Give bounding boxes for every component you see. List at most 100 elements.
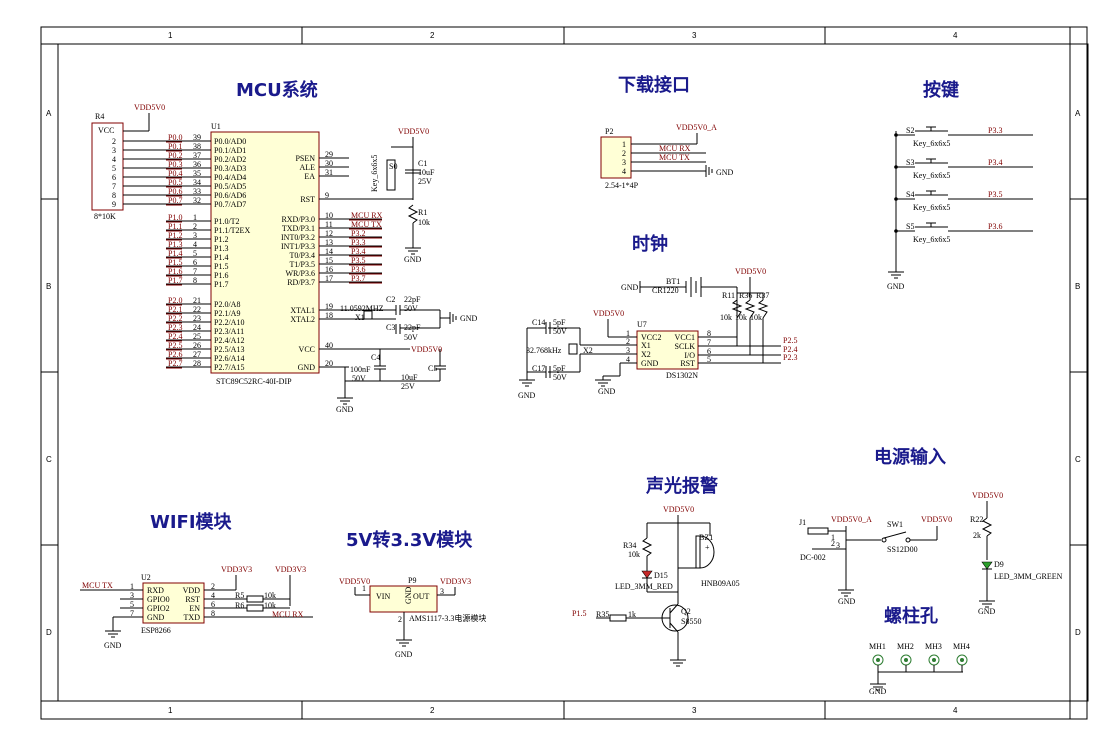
reset-r-val: 10k bbox=[418, 218, 430, 227]
mcu-pin-name: P0.2/AD2 bbox=[214, 155, 246, 164]
mcu-pin-num: 34 bbox=[193, 178, 201, 187]
u7-pin-name: VCC1 bbox=[675, 333, 695, 342]
clock-res-ref: R36 bbox=[739, 291, 752, 300]
zone-col-4-bottom: 4 bbox=[953, 706, 958, 715]
mcu-pin-num: 39 bbox=[193, 133, 201, 142]
mcu-net-label: P1.7 bbox=[168, 276, 182, 285]
keys-gnd: GND bbox=[887, 282, 905, 291]
mcu-net-label: P0.4 bbox=[168, 169, 182, 178]
c14-val: 5pF bbox=[553, 318, 566, 327]
p2-part: 2.54-1*4P bbox=[605, 181, 639, 190]
key-net: P3.4 bbox=[988, 158, 1002, 167]
pi-net-b: VDD5V0 bbox=[921, 515, 952, 524]
x2-ref: X2 bbox=[583, 346, 593, 355]
c4-v: 50V bbox=[352, 374, 366, 383]
mcu-pin-name: P0.6/AD6 bbox=[214, 191, 246, 200]
u7-pin-name: X1 bbox=[641, 341, 651, 350]
q2-part: S8550 bbox=[681, 617, 701, 626]
mcu-net-label: P1.3 bbox=[168, 240, 182, 249]
mcu-net-label: P3.6 bbox=[351, 265, 365, 274]
mcu-pin-name: EA bbox=[304, 172, 315, 181]
mcu-pin-num: 11 bbox=[325, 220, 333, 229]
zone-col-3-bottom: 3 bbox=[692, 706, 697, 715]
key-part: Key_6x6x5 bbox=[913, 203, 950, 212]
mcu-pin-num: 31 bbox=[325, 168, 333, 177]
mcu-pin-name: P2.1/A9 bbox=[214, 309, 240, 318]
mcu-net-label: P1.4 bbox=[168, 249, 182, 258]
zone-row-c: C bbox=[46, 455, 52, 464]
c3-ref: C3 bbox=[386, 323, 395, 332]
c3-v: 50V bbox=[404, 333, 418, 342]
mcu-pin-name: INT1/P3.3 bbox=[281, 242, 315, 251]
wifi-net-tx: MCU TX bbox=[82, 581, 113, 590]
mcu-pin-num: 28 bbox=[193, 359, 201, 368]
mcu-pin-num: 26 bbox=[193, 341, 201, 350]
pi-net-a: VDD5V0_A bbox=[831, 515, 872, 524]
mcu-net-label: P2.4 bbox=[168, 332, 182, 341]
u7-gnd: GND bbox=[598, 387, 616, 396]
d15-ref: D15 bbox=[654, 571, 668, 580]
c14-v: 50V bbox=[553, 327, 567, 336]
p9-out: OUT bbox=[413, 592, 430, 601]
zone-row-d: D bbox=[46, 628, 52, 637]
mcu-net-label: P1.1 bbox=[168, 222, 182, 231]
mcu-pin-num: 13 bbox=[325, 238, 333, 247]
zone-col-2: 2 bbox=[430, 31, 435, 40]
mcu-pin-num: 8 bbox=[193, 276, 197, 285]
c2-val: 22pF bbox=[404, 295, 421, 304]
key-ref: S2 bbox=[906, 126, 914, 135]
d15-part: LED_3MM_RED bbox=[615, 582, 673, 591]
alarm-net: P1.5 bbox=[572, 609, 586, 618]
mcu-net-label: P1.5 bbox=[168, 258, 182, 267]
hole-ref: MH3 bbox=[925, 642, 942, 651]
mcu-pin-num: 14 bbox=[325, 247, 333, 256]
mcu-pin-num: 32 bbox=[193, 196, 201, 205]
decoup-gnd: GND bbox=[336, 405, 354, 414]
key-ref: S4 bbox=[906, 190, 914, 199]
mcu-pin-name: P0.3/AD3 bbox=[214, 164, 246, 173]
mcu-pin-name: P1.7 bbox=[214, 280, 228, 289]
r4-pin-num: 2 bbox=[112, 137, 116, 146]
mcu-pin-name: P1.3 bbox=[214, 244, 228, 253]
u2-pin-name: GPIO0 bbox=[147, 595, 170, 604]
reset-r-ref: R1 bbox=[418, 208, 427, 217]
q2-ref: Q2 bbox=[681, 607, 691, 616]
clock-gnd-2: GND bbox=[518, 391, 536, 400]
mcu-pin-num: 7 bbox=[193, 267, 197, 276]
mcu-net-label: P0.0 bbox=[168, 133, 182, 142]
u2-pin-name: EN bbox=[189, 604, 200, 613]
mcu-net-label: P1.0 bbox=[168, 213, 182, 222]
xtal-ref: X1 bbox=[355, 313, 365, 322]
mcu-pin-name: P0.0/AD0 bbox=[214, 137, 246, 146]
alarm-power: VDD5V0 bbox=[663, 505, 694, 514]
mcu-pin-name: P2.5/A13 bbox=[214, 345, 244, 354]
u7-pin-name: RST bbox=[680, 359, 695, 368]
r6-ref: R6 bbox=[235, 601, 244, 610]
clock-res-val: 10k bbox=[750, 313, 762, 322]
p2-ref: P2 bbox=[605, 127, 613, 136]
p9-vin: VIN bbox=[376, 592, 390, 601]
clock-circuit: U7 DS1302N VCC21X12X23GND4VCC1 8SCLK 7I/O 6… bbox=[518, 267, 797, 400]
r22-val: 2k bbox=[973, 531, 981, 540]
x2-val: 32.768kHz bbox=[526, 346, 562, 355]
wifi-u2: U2 ESP8266 RXD1GPIO03GPIO25GND7VDD 2RST 4E… bbox=[80, 565, 313, 650]
mcu-pin-name: XTAL2 bbox=[290, 315, 315, 324]
p9-part: AMS1117-3.3电源模块 bbox=[409, 613, 486, 623]
zone-col-3: 3 bbox=[692, 31, 697, 40]
mcu-pin-num: 37 bbox=[193, 151, 201, 160]
p9-pin2: 2 bbox=[398, 615, 402, 624]
r22-ref: R22 bbox=[970, 515, 983, 524]
mcu-pin-name: P1.6 bbox=[214, 271, 228, 280]
reset-c-ref: C1 bbox=[418, 159, 427, 168]
decoupling: VDD5V0 C4 100nF 50V C5 10uF 25V GND bbox=[319, 345, 446, 414]
mcu-pin-num: 22 bbox=[193, 305, 201, 314]
bz-plus: + bbox=[705, 543, 710, 552]
p2-net-rx: MCU RX bbox=[659, 144, 691, 153]
mcu-pin-name: PSEN bbox=[295, 154, 315, 163]
r4-array: R4 8*10K VCC VDD5V0 23456789 bbox=[91, 103, 166, 221]
zone-col-1-bottom: 1 bbox=[168, 706, 173, 715]
mcu-pin-name: P2.7/A15 bbox=[214, 363, 244, 372]
mcu-net-label: MCU RX bbox=[351, 211, 383, 220]
r34-ref: R34 bbox=[623, 541, 636, 550]
mcu-pin-name: P1.0/T2 bbox=[214, 217, 240, 226]
